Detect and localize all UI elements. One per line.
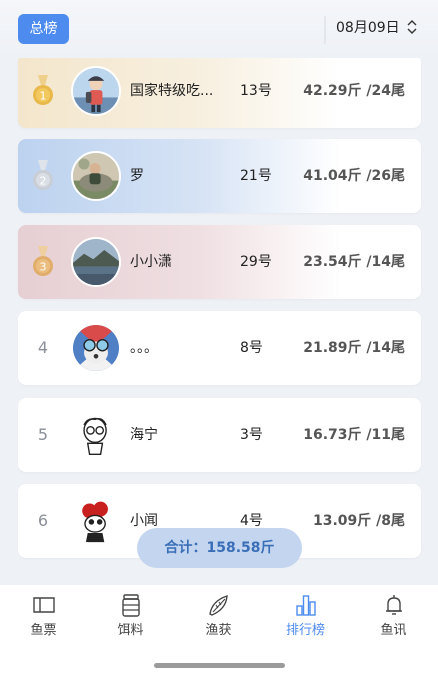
bell-icon — [381, 593, 407, 617]
avatar — [71, 496, 121, 546]
tab-news[interactable]: 鱼讯 — [350, 593, 437, 639]
avatar — [71, 151, 121, 201]
svg-text:3: 3 — [40, 261, 47, 274]
tab-catch[interactable]: 渔获 — [175, 593, 262, 639]
avatar — [71, 237, 121, 287]
catch-weight: 13.09斤 /8尾 — [312, 513, 405, 529]
bar-chart-icon — [293, 593, 319, 617]
catch-weight: 42.29斤 /24尾 — [303, 83, 405, 99]
ranking-row-1[interactable]: 1 国家特级吃... 13号 42.29斤 /24尾 — [18, 58, 421, 128]
rank-number: 5 — [37, 425, 49, 444]
ranking-row-5[interactable]: 5 海宁 3号 16.73斤 /11尾 — [18, 398, 421, 472]
angler-name: 海宁 — [130, 427, 158, 443]
tab-ranking[interactable]: 排行榜 — [262, 593, 349, 639]
ticket-icon — [31, 593, 57, 617]
total-ranking-badge[interactable]: 总榜 — [18, 14, 69, 44]
rank-number: 6 — [37, 511, 49, 530]
home-indicator[interactable] — [154, 663, 285, 668]
avatar — [71, 410, 121, 460]
tab-label: 鱼票 — [30, 623, 57, 638]
silver-medal-icon: 2 — [30, 160, 56, 192]
spot-number: 21号 — [240, 168, 272, 184]
spot-number: 8号 — [240, 340, 263, 356]
tab-tickets[interactable]: 鱼票 — [0, 593, 87, 639]
ranking-row-2[interactable]: 2 罗 21号 41.04斤 /26尾 — [18, 139, 421, 213]
catch-weight: 41.04斤 /26尾 — [303, 168, 405, 184]
tab-label: 排行榜 — [285, 623, 325, 638]
gold-medal-icon: 1 — [30, 75, 56, 107]
angler-name: 罗 — [130, 168, 144, 184]
avatar — [71, 323, 121, 373]
catch-weight: 16.73斤 /11尾 — [303, 427, 405, 443]
top-bar: 总榜 08月09日 — [0, 0, 438, 58]
angler-name: 。。。 — [130, 340, 158, 356]
divider — [324, 16, 326, 44]
total-weight-pill: 合计：158.58斤 — [137, 528, 302, 568]
rank-number: 4 — [37, 338, 49, 357]
avatar — [71, 66, 121, 116]
tab-label: 饵料 — [117, 623, 144, 638]
ranking-row-3[interactable]: 3 小小潇 29号 23.54斤 /14尾 — [18, 225, 421, 299]
fish-icon — [206, 593, 232, 617]
chevron-up-down-icon — [406, 19, 418, 35]
date-label: 08月09日 — [336, 20, 400, 36]
tab-label: 渔获 — [205, 623, 232, 638]
date-picker[interactable]: 08月09日 — [336, 16, 418, 38]
bronze-medal-icon: 3 — [30, 246, 56, 278]
spot-number: 3号 — [240, 427, 263, 443]
svg-text:1: 1 — [40, 90, 47, 103]
svg-text:2: 2 — [40, 175, 47, 188]
tab-label: 鱼讯 — [380, 623, 407, 638]
spot-number: 29号 — [240, 254, 272, 270]
catch-weight: 23.54斤 /14尾 — [303, 254, 405, 270]
ranking-list[interactable]: 1 国家特级吃... 13号 42.29斤 /24尾 2 罗 21号 41.04… — [0, 58, 438, 585]
angler-name: 国家特级吃... — [130, 83, 214, 99]
bait-jar-icon — [118, 593, 144, 617]
tab-bait[interactable]: 饵料 — [87, 593, 174, 639]
catch-weight: 21.89斤 /14尾 — [303, 340, 405, 356]
ranking-row-4[interactable]: 4 。。。 8号 21.89斤 /14尾 — [18, 311, 421, 385]
spot-number: 13号 — [240, 83, 272, 99]
angler-name: 小小潇 — [130, 254, 172, 270]
